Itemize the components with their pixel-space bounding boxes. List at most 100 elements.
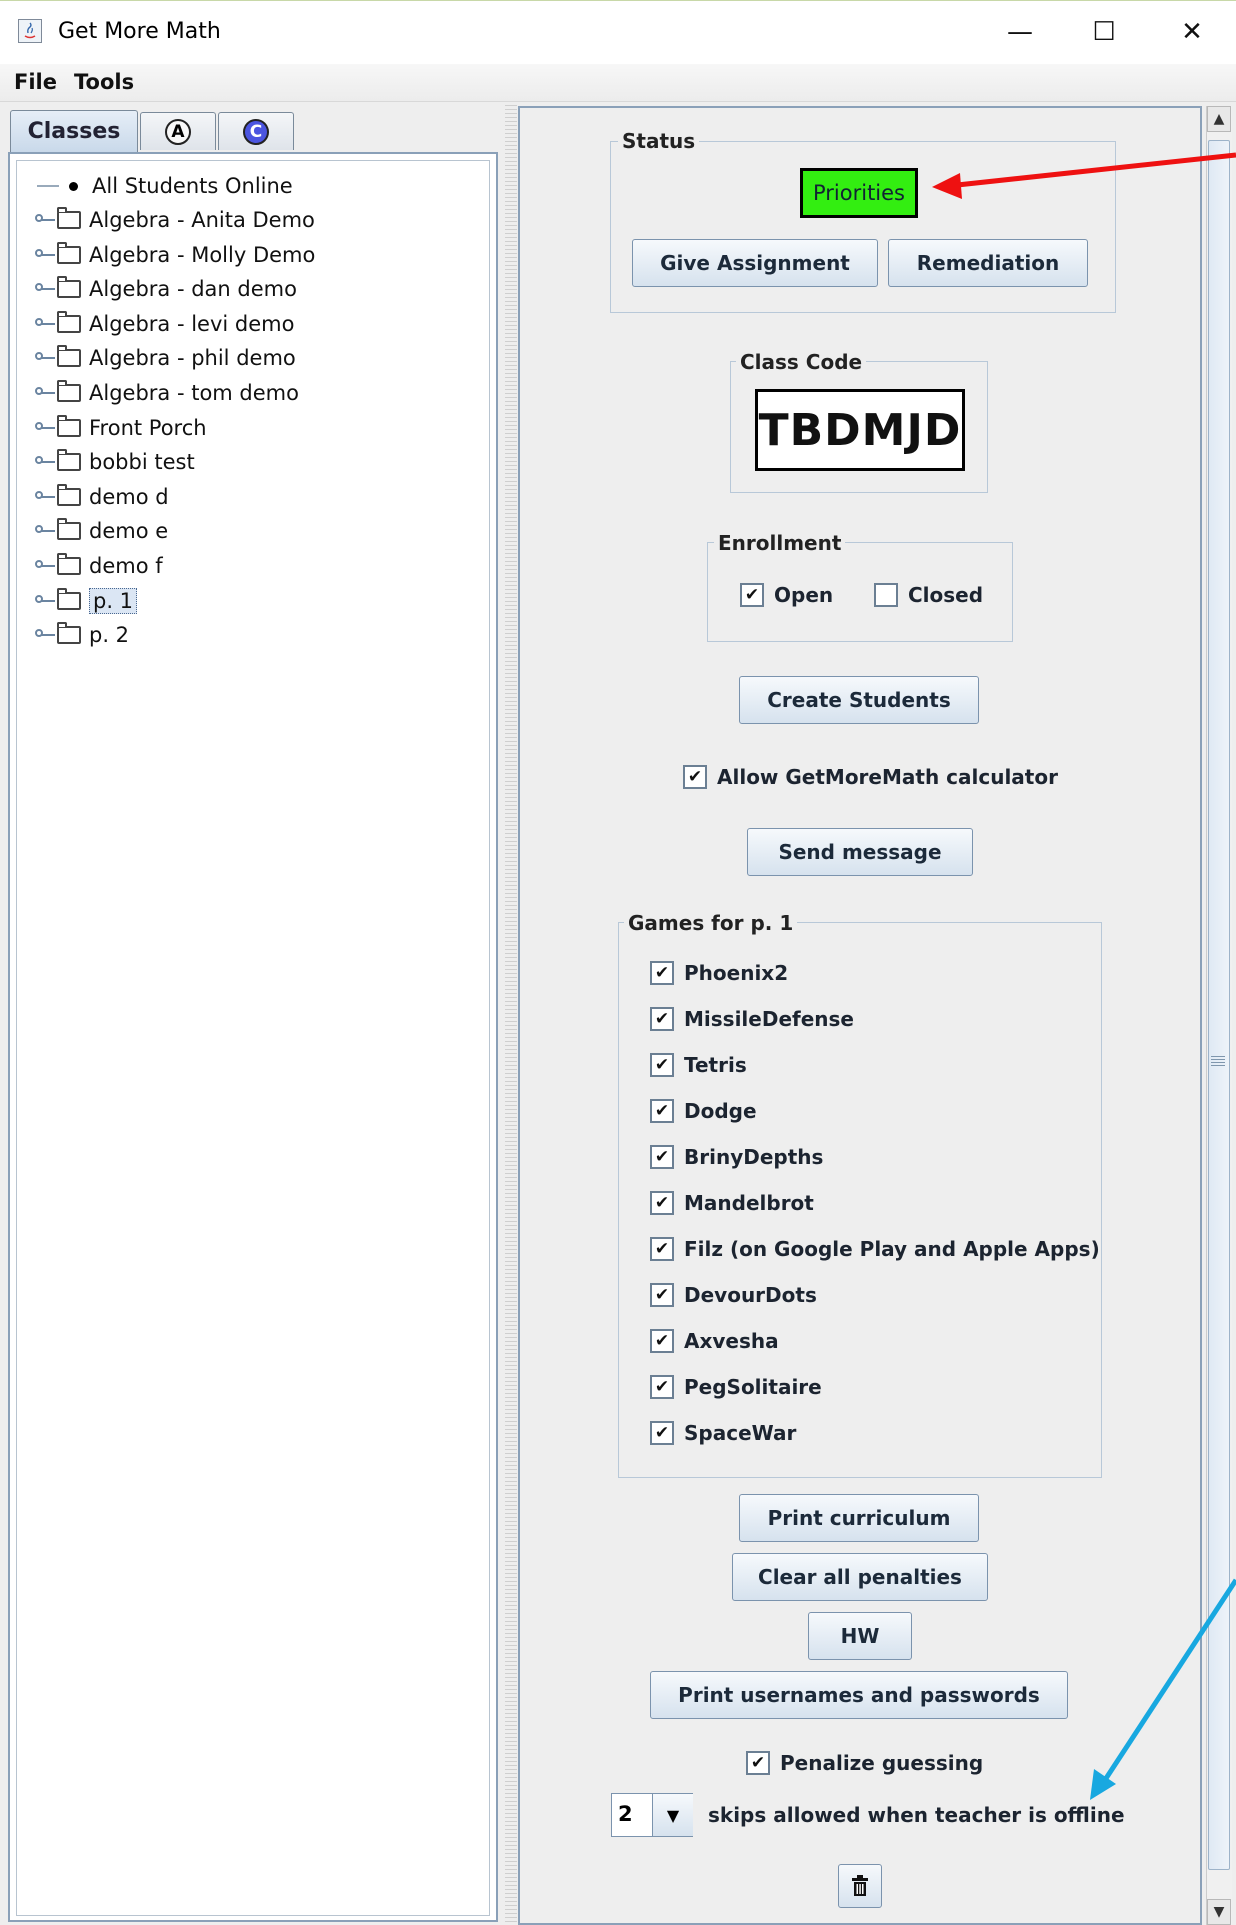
status-label: Status (618, 129, 700, 153)
folder-icon (57, 622, 81, 645)
game-option[interactable]: ✔ Tetris (650, 1050, 747, 1080)
expand-handle-icon[interactable] (35, 490, 55, 499)
folder-icon (57, 449, 81, 472)
expand-handle-icon[interactable] (35, 352, 55, 361)
hw-button[interactable]: HW (808, 1612, 912, 1660)
game-label: Filz (on Google Play and Apple Apps) (684, 1237, 1100, 1261)
expand-handle-icon[interactable] (35, 629, 55, 638)
game-option[interactable]: ✔ Filz (on Google Play and Apple Apps) (650, 1234, 1100, 1264)
penalize-option[interactable]: ✔ Penalize guessing (746, 1748, 983, 1778)
menu-file[interactable]: File (14, 70, 57, 94)
tree-item[interactable]: p. 2 (35, 618, 129, 652)
game-label: MissileDefense (684, 1007, 854, 1031)
game-option[interactable]: ✔ Axvesha (650, 1326, 779, 1356)
tab-classes[interactable]: Classes (10, 110, 138, 152)
tree-item[interactable]: Algebra - tom demo (35, 376, 299, 410)
tree-item-label: Algebra - phil demo (89, 346, 296, 371)
tree-root[interactable]: All Students Online (37, 169, 293, 203)
maximize-button[interactable]: ☐ (1074, 9, 1134, 55)
tree-item[interactable]: Algebra - Anita Demo (35, 203, 315, 237)
delete-button[interactable] (838, 1864, 882, 1908)
split-divider[interactable] (505, 102, 517, 1925)
enrollment-closed-option[interactable]: Closed (874, 580, 983, 610)
tree-item[interactable]: p. 1 (35, 584, 138, 618)
tree-item-label: demo d (89, 484, 169, 509)
tree-item[interactable]: Algebra - levi demo (35, 307, 294, 341)
game-checkbox[interactable]: ✔ (650, 1237, 674, 1261)
game-checkbox[interactable]: ✔ (650, 961, 674, 985)
expand-handle-icon[interactable] (35, 594, 55, 603)
send-message-button[interactable]: Send message (747, 828, 973, 876)
scroll-thumb[interactable] (1208, 140, 1230, 1870)
game-checkbox[interactable]: ✔ (650, 1191, 674, 1215)
expand-handle-icon[interactable] (35, 560, 55, 568)
scroll-up-icon[interactable]: ▲ (1207, 106, 1231, 132)
print-curriculum-button[interactable]: Print curriculum (739, 1494, 979, 1542)
game-option[interactable]: ✔ BrinyDepths (650, 1142, 823, 1172)
folder-icon (57, 345, 81, 368)
tree-item[interactable]: demo f (35, 549, 163, 583)
expand-handle-icon[interactable] (35, 317, 55, 326)
tab-c[interactable]: C (218, 112, 294, 150)
close-button[interactable]: ✕ (1162, 9, 1222, 55)
enrollment-open-option[interactable]: ✔ Open (740, 580, 833, 610)
tree-item[interactable]: Front Porch (35, 411, 207, 445)
tree-item-label: p. 1 (89, 587, 138, 614)
give-assignment-button[interactable]: Give Assignment (632, 239, 878, 287)
minimize-button[interactable]: — (990, 9, 1050, 55)
closed-checkbox[interactable] (874, 583, 898, 607)
folder-icon (57, 310, 81, 333)
calculator-option[interactable]: ✔ Allow GetMoreMath calculator (683, 762, 1058, 792)
game-option[interactable]: ✔ MissileDefense (650, 1004, 854, 1034)
tree-item[interactable]: Algebra - dan demo (35, 272, 297, 306)
clear-penalties-button[interactable]: Clear all penalties (732, 1553, 988, 1601)
chevron-down-icon[interactable]: ▼ (652, 1794, 693, 1836)
tree-item-label: demo f (89, 554, 163, 578)
game-checkbox[interactable]: ✔ (650, 1421, 674, 1445)
create-students-button[interactable]: Create Students (739, 676, 979, 724)
expand-handle-icon[interactable] (35, 421, 55, 430)
expand-handle-icon[interactable] (35, 248, 55, 257)
expand-handle-icon[interactable] (35, 525, 55, 534)
penalize-checkbox[interactable]: ✔ (746, 1751, 770, 1775)
folder-icon (57, 276, 81, 299)
game-label: SpaceWar (684, 1421, 797, 1445)
tree-item[interactable]: demo e (35, 514, 168, 548)
tree-item[interactable]: bobbi test (35, 445, 195, 479)
calculator-checkbox[interactable]: ✔ (683, 765, 707, 789)
game-checkbox[interactable]: ✔ (650, 1099, 674, 1123)
tree-item[interactable]: demo d (35, 480, 169, 514)
game-option[interactable]: ✔ Phoenix2 (650, 958, 788, 988)
vertical-scrollbar[interactable]: ▲ ▼ (1206, 106, 1232, 1925)
game-checkbox[interactable]: ✔ (650, 1053, 674, 1077)
tree-item[interactable]: Algebra - Molly Demo (35, 238, 315, 272)
folder-icon (57, 241, 81, 264)
game-option[interactable]: ✔ DevourDots (650, 1280, 817, 1310)
tree-item[interactable]: Algebra - phil demo (35, 341, 296, 375)
game-option[interactable]: ✔ Mandelbrot (650, 1188, 814, 1218)
tab-a[interactable]: A (140, 112, 216, 150)
print-usernames-button[interactable]: Print usernames and passwords (650, 1671, 1068, 1719)
scroll-down-icon[interactable]: ▼ (1207, 1899, 1231, 1925)
priorities-button[interactable]: Priorities (800, 168, 918, 218)
expand-handle-icon[interactable] (35, 387, 55, 395)
menu-tools[interactable]: Tools (74, 70, 134, 94)
skips-dropdown[interactable]: 2 ▼ (611, 1793, 693, 1837)
game-option[interactable]: ✔ PegSolitaire (650, 1372, 822, 1402)
game-checkbox[interactable]: ✔ (650, 1283, 674, 1307)
expand-handle-icon[interactable] (35, 214, 55, 222)
game-option[interactable]: ✔ Dodge (650, 1096, 757, 1126)
folder-icon (57, 207, 81, 229)
game-option[interactable]: ✔ SpaceWar (650, 1418, 796, 1448)
folder-icon (57, 414, 81, 437)
game-label: Dodge (684, 1099, 757, 1123)
remediation-button[interactable]: Remediation (888, 239, 1088, 287)
game-checkbox[interactable]: ✔ (650, 1007, 674, 1031)
game-checkbox[interactable]: ✔ (650, 1329, 674, 1353)
folder-icon (57, 380, 81, 402)
game-checkbox[interactable]: ✔ (650, 1145, 674, 1169)
expand-handle-icon[interactable] (35, 283, 55, 292)
expand-handle-icon[interactable] (35, 456, 55, 465)
game-checkbox[interactable]: ✔ (650, 1375, 674, 1399)
open-checkbox[interactable]: ✔ (740, 583, 764, 607)
